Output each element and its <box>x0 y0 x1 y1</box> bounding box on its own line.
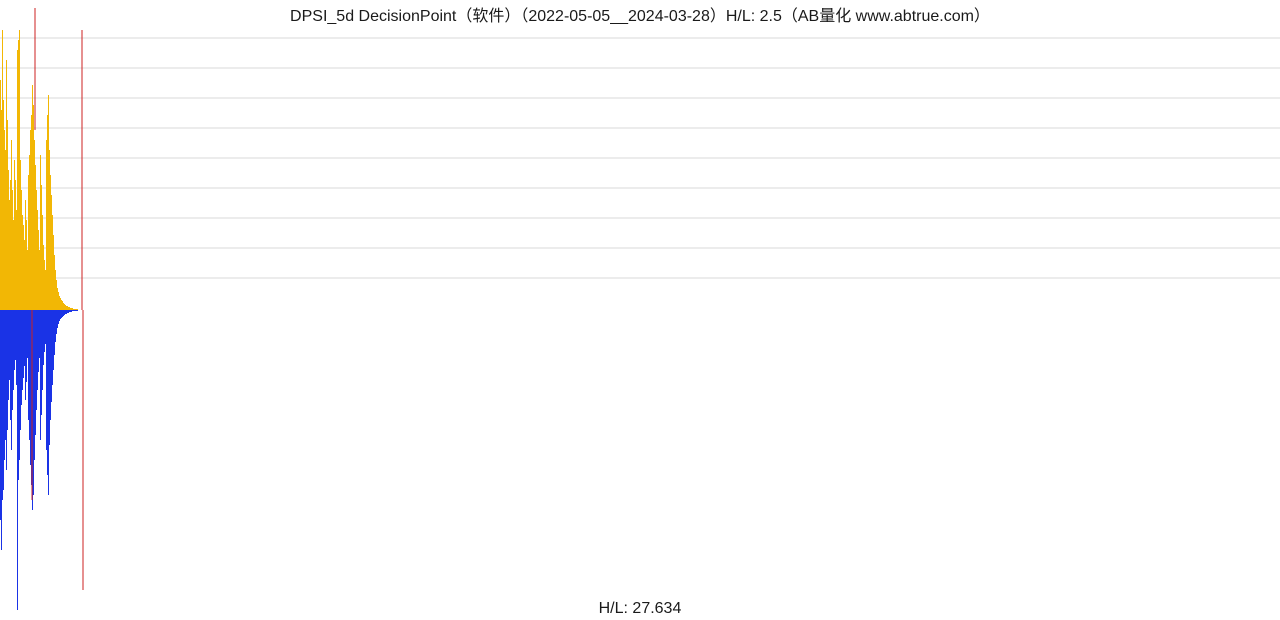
chart-container: DPSI_5d DecisionPoint（软件）（2022-05-05__20… <box>0 0 1280 620</box>
chart-footer: H/L: 27.634 <box>0 600 1280 618</box>
chart-plot <box>0 0 1280 620</box>
